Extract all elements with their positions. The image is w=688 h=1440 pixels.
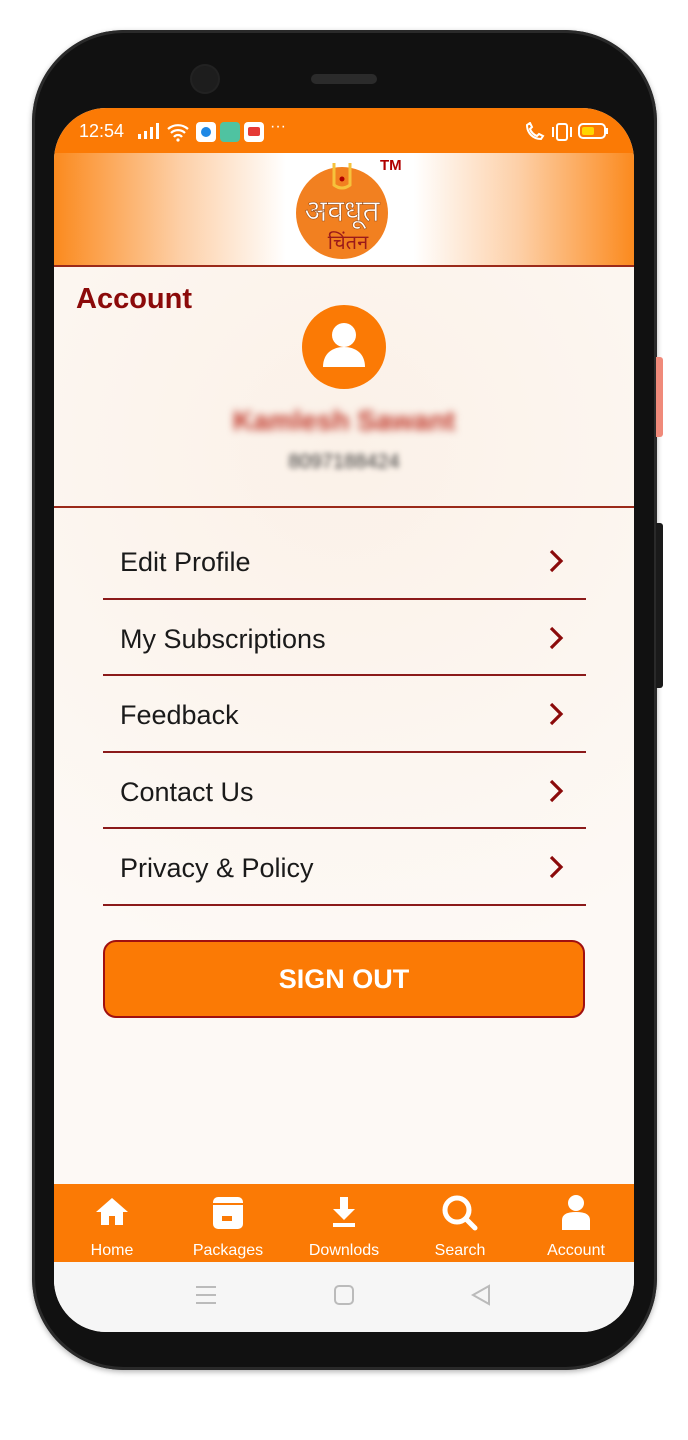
page-title: Account <box>76 283 192 315</box>
svg-text:चिंतन: चिंतन <box>328 230 369 254</box>
app-notification-icon <box>220 122 240 142</box>
menu-item-label: Contact Us <box>120 776 254 807</box>
chevron-right-icon <box>549 549 564 573</box>
trademark: TM <box>380 157 402 174</box>
menu-item-feedback[interactable]: Feedback <box>103 676 586 753</box>
user-icon <box>562 1195 590 1230</box>
nav-search[interactable]: Search <box>402 1184 518 1262</box>
power-button <box>656 523 663 688</box>
package-icon <box>213 1197 243 1229</box>
nav-label: Packages <box>192 1242 264 1259</box>
app-header: अवधूत चिंतन TM <box>54 153 634 267</box>
menu-item-label: My Subscriptions <box>120 623 326 654</box>
vibrate-icon <box>552 123 572 141</box>
avatar <box>302 305 386 389</box>
menu-icon[interactable] <box>196 1284 216 1311</box>
download-icon <box>333 1197 355 1227</box>
chevron-right-icon <box>549 779 564 802</box>
nav-label: Account <box>547 1242 605 1259</box>
bottom-nav: Home Packages Downlods Search Account <box>54 1184 634 1262</box>
app-notification-icon <box>196 122 216 142</box>
signal-icon <box>138 123 159 139</box>
search-icon <box>442 1195 478 1231</box>
nav-home[interactable]: Home <box>54 1184 170 1262</box>
user-name: Kamlesh Sawant <box>232 405 456 436</box>
status-time: 12:54 <box>79 121 125 141</box>
menu-item-label: Privacy & Policy <box>120 853 314 883</box>
camera <box>192 66 218 92</box>
nav-account[interactable]: Account <box>518 1184 634 1262</box>
menu-item-contact-us[interactable]: Contact Us <box>103 753 586 829</box>
user-phone: 8097188424 <box>288 451 400 473</box>
account-menu: Edit Profile My Subscriptions Feedback C… <box>103 523 586 906</box>
nav-label: Downlods <box>308 1242 380 1259</box>
home-icon <box>96 1198 128 1225</box>
back-icon[interactable] <box>470 1284 492 1311</box>
menu-item-my-subscriptions[interactable]: My Subscriptions <box>103 600 586 676</box>
menu-item-privacy-policy[interactable]: Privacy & Policy <box>103 829 586 906</box>
chevron-right-icon <box>549 855 564 879</box>
menu-item-edit-profile[interactable]: Edit Profile <box>103 523 586 600</box>
user-icon <box>323 323 365 367</box>
nav-label: Home <box>90 1242 134 1259</box>
status-bar: 12:54 ··· <box>54 108 634 153</box>
menu-item-label: Feedback <box>120 700 239 730</box>
svg-text:अवधूत: अवधूत <box>304 194 380 230</box>
sign-out-button[interactable]: SIGN OUT <box>103 940 585 1018</box>
account-page: Account Kamlesh Sawant 8097188424 Edit P… <box>54 267 634 1284</box>
nav-label: Search <box>434 1242 486 1259</box>
youtube-icon <box>244 122 264 142</box>
chevron-right-icon <box>549 702 564 726</box>
app-logo: अवधूत चिंतन <box>296 163 388 259</box>
menu-item-label: Edit Profile <box>120 547 251 577</box>
more-icon: ··· <box>270 118 286 135</box>
system-nav-bar <box>54 1262 634 1332</box>
screen: 12:54 ··· अवधूत चिंतन TM Account Kamlesh… <box>54 108 634 1332</box>
speaker <box>311 74 377 84</box>
nav-packages[interactable]: Packages <box>170 1184 286 1262</box>
wifi-icon <box>167 124 189 142</box>
volume-button <box>656 357 663 437</box>
divider <box>54 506 634 508</box>
chevron-right-icon <box>549 626 564 649</box>
battery-icon <box>578 123 608 139</box>
nav-downloads[interactable]: Downlods <box>286 1184 402 1262</box>
wifi-call-icon <box>525 122 545 141</box>
home-button-icon[interactable] <box>334 1284 354 1311</box>
